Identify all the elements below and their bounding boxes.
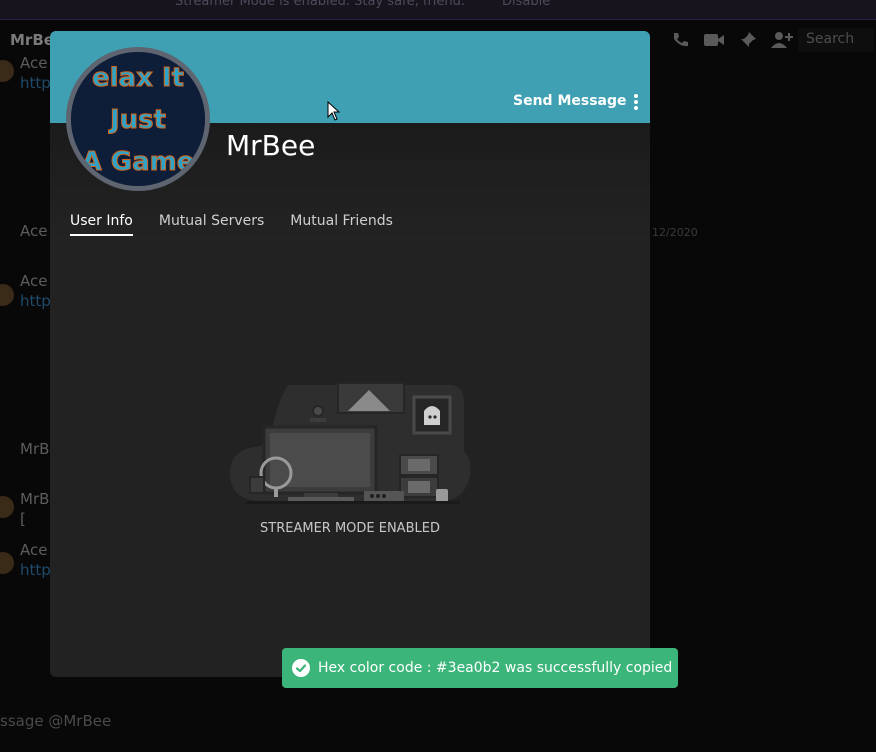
tab-mutual-servers[interactable]: Mutual Servers [159,213,264,235]
message-author: Ace [20,541,48,559]
add-friend-icon[interactable] [770,29,794,51]
message-link[interactable]: http [20,561,51,579]
message-author: Ace [20,222,48,240]
message-text: [ [20,510,26,528]
copy-success-toast: Hex color code : #3ea0b2 was successfull… [282,648,678,688]
avatar-text-line: Just [108,105,166,135]
avatar [0,60,14,82]
avatar-text-line: A Game [82,147,195,177]
toast-message: Hex color code : #3ea0b2 was successfull… [318,660,673,676]
message-link[interactable]: http [20,74,51,92]
check-circle-icon [292,659,310,677]
message-author: Ace [20,54,48,72]
streamer-mode-bar: Streamer Mode is enabled. Stay safe, fri… [0,0,876,20]
disable-streamer-link[interactable]: Disable [502,0,550,9]
message-input[interactable]: ssage @MrBee [0,712,111,730]
avatar-text-line: elax It [92,63,184,93]
mouse-cursor-icon [327,101,341,121]
pin-icon[interactable] [736,29,760,51]
streamer-mode-illustration [230,382,471,504]
message-author: Ace [20,272,48,290]
avatar [0,552,14,574]
avatar [0,496,14,518]
video-icon[interactable] [702,29,726,51]
call-icon[interactable] [668,29,692,51]
message-link[interactable]: http [20,292,51,310]
avatar [0,284,14,306]
profile-avatar[interactable]: elax It Just A Game [66,47,210,191]
profile-username: MrBee [226,129,316,162]
search-input[interactable]: Search [798,28,874,52]
channel-name: MrBe [10,31,54,49]
message-author: MrB [20,490,50,508]
streamer-mode-label: STREAMER MODE ENABLED [260,521,440,536]
profile-tabs: User Info Mutual Servers Mutual Friends [70,213,393,236]
send-message-button[interactable]: Send Message [513,93,627,109]
more-options-icon[interactable] [630,92,642,112]
streamer-notice: Streamer Mode is enabled. Stay safe, fri… [175,0,466,9]
tab-user-info[interactable]: User Info [70,213,133,236]
message-author: MrB [20,440,50,458]
message-timestamp: 12/2020 [652,226,698,239]
user-profile-modal: Send Message elax It Just A Game MrBee U… [50,31,650,677]
tab-mutual-friends[interactable]: Mutual Friends [290,213,393,235]
header-toolbar [668,29,794,51]
